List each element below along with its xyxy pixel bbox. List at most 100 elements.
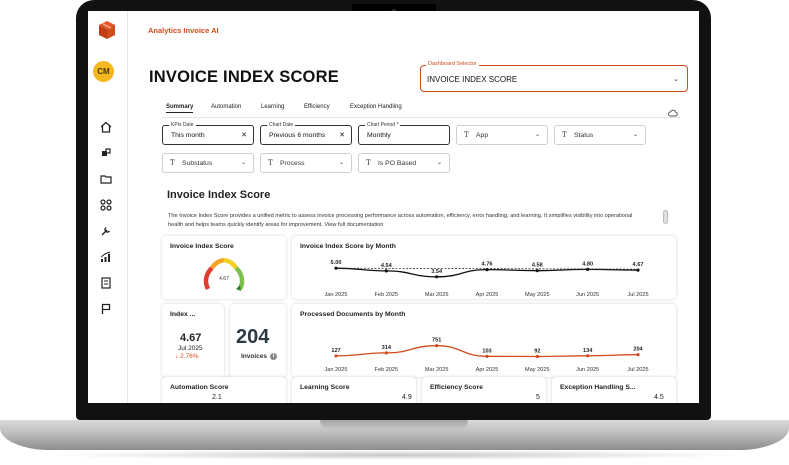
tab-summary[interactable]: Summary	[166, 104, 194, 113]
automation-score-value: 2.1	[212, 394, 222, 401]
data-label: 4.76	[482, 262, 493, 268]
substatus-filter[interactable]: T Substatus ⌄	[162, 153, 254, 173]
user-avatar[interactable]: CM	[93, 61, 114, 82]
kpis-date-label: KPIs Date	[169, 122, 196, 128]
description-scrollbar[interactable]	[663, 210, 668, 224]
gauge-value-label: 4.67	[219, 276, 229, 282]
text-type-icon: T	[268, 159, 273, 167]
flag-icon[interactable]	[100, 303, 112, 315]
chart-period-filter[interactable]: Chart Period * Monthly	[358, 122, 450, 145]
x-tick-label: May 2025	[525, 367, 550, 373]
app-screen: CM Analytics Invoice AI INVOICE INDEX SC…	[88, 11, 699, 403]
data-point[interactable]	[586, 354, 590, 358]
info-icon[interactable]: i	[270, 353, 278, 360]
data-label: 103	[482, 348, 491, 354]
arrow-down-icon: ↓	[175, 353, 179, 360]
apps-grid-icon[interactable]	[100, 199, 112, 211]
data-point[interactable]	[485, 354, 489, 358]
folder-icon[interactable]	[100, 173, 112, 185]
tab-exception-handling[interactable]: Exception Handling	[350, 104, 402, 110]
invoices-kpi-card: 204 Invoices i	[230, 304, 286, 377]
index-chart-title: Invoice Index Score by Month	[300, 243, 396, 250]
data-point[interactable]	[435, 275, 439, 279]
efficiency-score-value: 5	[536, 394, 540, 401]
document-icon[interactable]	[100, 277, 112, 289]
processed-line-chart: 127 Jan 2025 314 Feb 2025 751 Mar 2025 103 Apr …	[324, 338, 648, 373]
chevron-down-icon: ⌄	[534, 132, 540, 138]
index-kpi-card: Index ... 4.67 Jul 2025 ↓ 2.76%	[162, 304, 224, 377]
processed-chart-title: Processed Documents by Month	[300, 311, 406, 318]
chart-period-value: Monthly	[367, 132, 391, 139]
automation-score-title: Automation Score	[170, 384, 229, 391]
data-label: 4.67	[633, 262, 644, 268]
sidebar: CM	[88, 11, 128, 403]
x-tick-label: Apr 2025	[476, 292, 499, 298]
x-tick-label: Jun 2025	[576, 367, 599, 373]
tabs-divider	[162, 117, 680, 118]
data-point[interactable]	[586, 267, 590, 271]
chart-date-filter[interactable]: Chart Date Previous 6 months ✕	[260, 122, 352, 145]
x-tick-label: Jul 2025	[627, 367, 648, 373]
text-type-icon: T	[170, 159, 175, 167]
data-point[interactable]	[636, 268, 640, 272]
index-line-chart: 5.00 Jan 2025 4.54 Feb 2025 3.54 Mar 2025 4.76…	[324, 260, 648, 298]
x-tick-label: Jul 2025	[627, 292, 648, 298]
chevron-down-icon: ⌄	[338, 160, 344, 166]
chevron-down-icon: ⌄	[632, 132, 638, 138]
efficiency-score-title: Efficiency Score	[430, 384, 483, 391]
x-tick-label: Feb 2025	[375, 367, 399, 373]
clear-icon[interactable]: ✕	[339, 131, 345, 139]
tab-automation[interactable]: Automation	[211, 104, 241, 110]
x-tick-label: Jun 2025	[576, 292, 599, 298]
chevron-down-icon: ⌄	[240, 160, 246, 166]
app-filter[interactable]: T App ⌄	[456, 125, 548, 145]
gauge-card-title: Invoice Index Score	[170, 243, 234, 250]
x-tick-label: May 2025	[525, 292, 550, 298]
index-by-month-card: Invoice Index Score by Month 5.00 Jan 202…	[292, 236, 676, 299]
data-label: 4.54	[381, 263, 393, 269]
bar-chart-icon[interactable]	[100, 251, 112, 263]
data-point[interactable]	[435, 344, 439, 348]
cubes-icon[interactable]	[100, 147, 112, 159]
learning-score-value: 4.9	[402, 394, 412, 401]
data-point[interactable]	[334, 354, 338, 358]
data-label: 3.54	[431, 269, 443, 275]
home-icon[interactable]	[100, 121, 112, 133]
is-po-based-filter[interactable]: T Is PO Based ⌄	[358, 153, 450, 173]
x-tick-label: Apr 2025	[476, 367, 499, 373]
exception-score-title: Exception Handling S...	[560, 384, 636, 391]
index-kpi-period: Jul 2025	[178, 345, 203, 352]
page-title: INVOICE INDEX SCORE	[149, 68, 339, 86]
app-filter-placeholder: App	[476, 132, 489, 139]
chart-date-label: Chart Date	[267, 122, 296, 128]
dashboard-selector[interactable]: Dashboard Selector INVOICE INDEX SCORE ⌄	[420, 61, 688, 92]
data-point[interactable]	[384, 269, 388, 273]
tab-learning[interactable]: Learning	[261, 104, 284, 110]
data-point[interactable]	[636, 353, 640, 357]
app-logo-icon[interactable]	[97, 20, 117, 40]
section-description: The Invoice Index Score provides a unifi…	[168, 213, 633, 228]
clear-icon[interactable]: ✕	[241, 131, 247, 139]
x-tick-label: Feb 2025	[375, 292, 399, 298]
efficiency-score-card: Efficiency Score 5	[422, 377, 546, 403]
data-label: 4.58	[532, 263, 543, 269]
data-point[interactable]	[535, 354, 539, 359]
chart-date-value: Previous 6 months	[269, 132, 326, 139]
processed-by-month-card: Processed Documents by Month 127 Jan 2025…	[292, 304, 676, 377]
data-label: 127	[331, 348, 340, 354]
process-filter[interactable]: T Process ⌄	[260, 153, 352, 173]
status-filter[interactable]: T Status ⌄	[554, 125, 646, 145]
text-type-icon: T	[464, 131, 469, 139]
tab-efficiency[interactable]: Efficiency	[304, 104, 330, 110]
data-point[interactable]	[485, 268, 489, 272]
gauge-card: Invoice Index Score 4.67	[162, 236, 286, 299]
data-point[interactable]	[384, 351, 388, 355]
wrench-icon[interactable]	[100, 225, 112, 237]
data-point[interactable]	[334, 266, 338, 270]
kpis-date-filter[interactable]: KPIs Date This month ✕	[162, 122, 254, 145]
cloud-sync-icon[interactable]	[668, 104, 678, 117]
data-point[interactable]	[535, 269, 539, 273]
invoices-label-wrap: Invoices i	[241, 353, 278, 360]
index-kpi-change: ↓ 2.76%	[175, 353, 199, 360]
text-type-icon: T	[366, 159, 371, 167]
